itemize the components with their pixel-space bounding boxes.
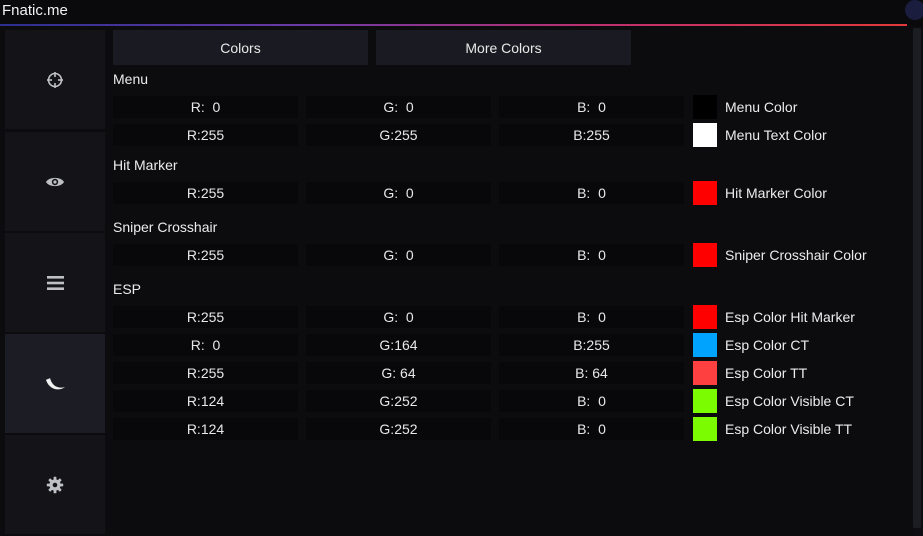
scrollbar-thumb[interactable] [913, 28, 921, 528]
eye-icon [45, 175, 65, 189]
blue-value-field[interactable]: B: 0 [499, 182, 684, 204]
green-value-field[interactable]: G:255 [306, 124, 491, 146]
red-value-field[interactable]: R:255 [113, 124, 298, 146]
hamburger-menu-icon [46, 275, 64, 290]
color-label: Esp Color Visible CT [725, 393, 854, 409]
title-accent-line [0, 24, 907, 26]
color-swatch[interactable] [693, 243, 717, 267]
blue-value-field[interactable]: B:255 [499, 124, 684, 146]
green-value-field[interactable]: G:164 [306, 334, 491, 356]
window-control-dot[interactable] [905, 0, 923, 20]
color-label: Menu Text Color [725, 127, 827, 143]
blue-value-field[interactable]: B: 0 [499, 96, 684, 118]
red-value-field[interactable]: R:255 [113, 182, 298, 204]
red-value-field[interactable]: R: 0 [113, 334, 298, 356]
color-label: Sniper Crosshair Color [725, 247, 867, 263]
blue-value-field[interactable]: B: 0 [499, 390, 684, 412]
title-bar: Fnatic.me [0, 0, 923, 26]
section-esp-label: ESP [113, 281, 142, 297]
color-swatch[interactable] [693, 361, 717, 385]
green-value-field[interactable]: G:252 [306, 390, 491, 412]
green-value-field[interactable]: G:252 [306, 418, 491, 440]
color-swatch[interactable] [693, 417, 717, 441]
color-label: Esp Color CT [725, 337, 810, 353]
red-value-field[interactable]: R:255 [113, 306, 298, 328]
red-value-field[interactable]: R:255 [113, 362, 298, 384]
color-swatch[interactable] [693, 95, 717, 119]
color-swatch[interactable] [693, 305, 717, 329]
green-value-field[interactable]: G: 0 [306, 244, 491, 266]
blue-value-field[interactable]: B: 0 [499, 244, 684, 266]
red-value-field[interactable]: R:124 [113, 390, 298, 412]
section-hit-marker-label: Hit Marker [113, 157, 178, 173]
sidebar-item-colors[interactable] [5, 334, 105, 433]
tab-more-colors[interactable]: More Colors [376, 30, 631, 65]
color-swatch[interactable] [693, 123, 717, 147]
green-value-field[interactable]: G: 0 [306, 306, 491, 328]
color-swatch[interactable] [693, 333, 717, 357]
red-value-field[interactable]: R:255 [113, 244, 298, 266]
green-value-field[interactable]: G: 64 [306, 362, 491, 384]
color-swatch[interactable] [693, 389, 717, 413]
section-menu-label: Menu [113, 71, 149, 87]
section-sniper-crosshair-label: Sniper Crosshair [113, 219, 218, 235]
sidebar-item-settings[interactable] [5, 435, 105, 534]
color-label: Menu Color [725, 99, 798, 115]
gear-icon [46, 476, 64, 494]
blue-value-field[interactable]: B:255 [499, 334, 684, 356]
red-value-field[interactable]: R: 0 [113, 96, 298, 118]
sidebar-item-misc[interactable] [5, 233, 105, 332]
color-label: Hit Marker Color [725, 185, 827, 201]
green-value-field[interactable]: G: 0 [306, 96, 491, 118]
sidebar [5, 30, 105, 534]
sidebar-item-visuals[interactable] [5, 132, 105, 231]
blue-value-field[interactable]: B: 0 [499, 306, 684, 328]
crosshair-icon [46, 71, 64, 89]
color-label: Esp Color TT [725, 365, 808, 381]
color-swatch[interactable] [693, 181, 717, 205]
color-label: Esp Color Hit Marker [725, 309, 855, 325]
blue-value-field[interactable]: B: 64 [499, 362, 684, 384]
color-label: Esp Color Visible TT [725, 421, 853, 437]
sidebar-item-aimbot[interactable] [5, 30, 105, 129]
blue-value-field[interactable]: B: 0 [499, 418, 684, 440]
red-value-field[interactable]: R:124 [113, 418, 298, 440]
green-value-field[interactable]: G: 0 [306, 182, 491, 204]
moon-icon [44, 375, 66, 393]
app-title: Fnatic.me [2, 2, 68, 19]
tab-colors[interactable]: Colors [113, 30, 368, 65]
